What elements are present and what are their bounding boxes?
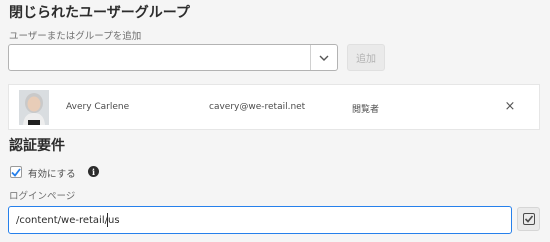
- member-name: Avery Carlene: [66, 102, 130, 112]
- login-page-field[interactable]: /content/we-retail/us: [8, 206, 512, 234]
- dropdown-divider: [310, 45, 311, 70]
- checkmark-icon: [11, 167, 21, 177]
- remove-member-button[interactable]: ×: [503, 98, 517, 114]
- dropdown-button[interactable]: [314, 48, 334, 68]
- member-card: Avery Carlene cavery@we-retail.net 閲覧者 ×: [8, 84, 540, 130]
- add-user-or-group-label: ユーザーまたはグループを追加: [9, 31, 142, 42]
- confirm-login-page-button[interactable]: [517, 207, 540, 231]
- authentication-requirement-title: 認証要件: [9, 138, 65, 154]
- enable-checkbox[interactable]: [10, 166, 22, 178]
- close-icon: ×: [504, 98, 516, 114]
- avatar: [19, 90, 49, 125]
- closed-user-groups-title: 閉じられたユーザーグループ: [9, 5, 190, 21]
- info-icon-glyph: i: [91, 166, 96, 177]
- text-cursor: [107, 213, 108, 227]
- avatar-photo: [19, 90, 49, 125]
- add-user-or-group-autocomplete[interactable]: [8, 44, 338, 71]
- member-role: 閲覧者: [352, 105, 380, 115]
- add-button[interactable]: 追加: [347, 44, 385, 71]
- login-page-input-value: /content/we-retail/us: [16, 215, 120, 226]
- enable-label: 有効にする: [28, 169, 76, 180]
- info-icon[interactable]: i: [88, 166, 99, 177]
- member-email: cavery@we-retail.net: [209, 102, 306, 112]
- chevron-down-icon: [319, 55, 329, 61]
- checkmark-icon: [522, 213, 535, 225]
- login-page-label: ログインページ: [9, 191, 76, 202]
